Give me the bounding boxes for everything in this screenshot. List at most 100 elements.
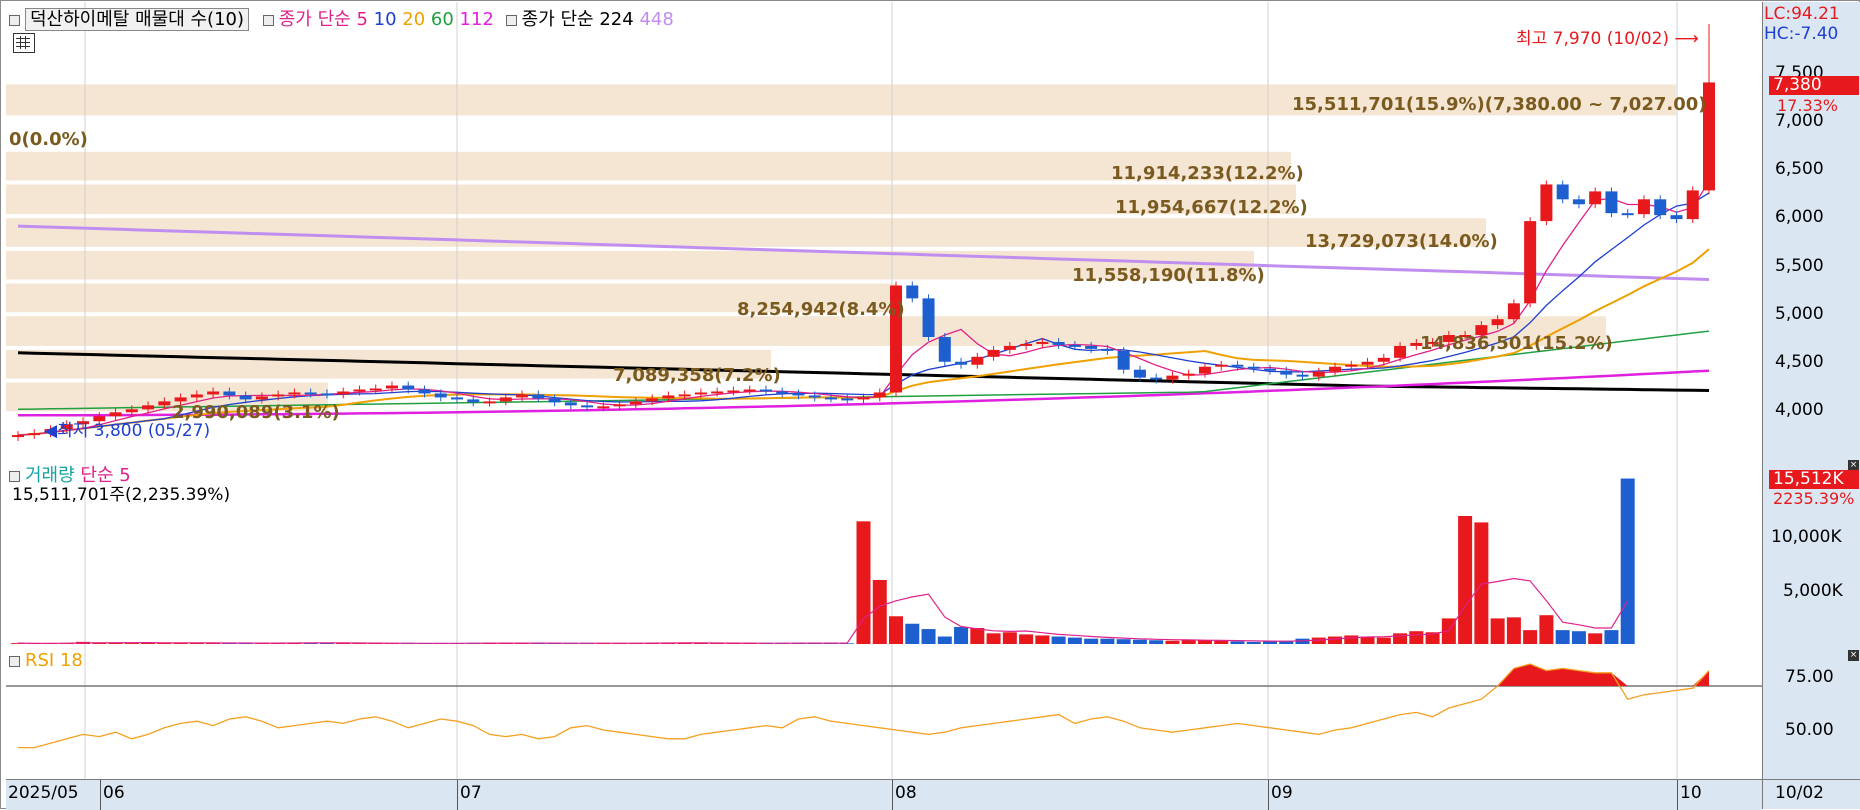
volume-profile-band xyxy=(6,250,1254,280)
ma-group2-label: 종가 단순 xyxy=(521,9,594,30)
volume-bar xyxy=(1116,639,1131,644)
volume-profile-band xyxy=(6,316,1606,346)
rsi-line xyxy=(18,663,1710,749)
candle-body xyxy=(1247,366,1260,369)
volume-bar xyxy=(1409,631,1424,644)
candle-body xyxy=(1150,377,1163,380)
candle-body xyxy=(125,409,138,413)
volume-bar xyxy=(1084,638,1099,644)
volume-bar xyxy=(905,623,920,644)
candle-body xyxy=(759,389,772,392)
candle-body xyxy=(792,393,805,396)
candle-body xyxy=(1556,184,1569,200)
candle-body xyxy=(1394,345,1407,358)
candle-body xyxy=(1312,371,1325,377)
candle-body xyxy=(613,404,626,407)
candle-body xyxy=(1182,373,1195,376)
candle-body xyxy=(938,337,951,362)
candle-body xyxy=(467,399,480,403)
candle-body xyxy=(418,389,431,394)
candle-body xyxy=(1215,364,1228,367)
candle-body xyxy=(1296,374,1309,377)
legend-toggle[interactable] xyxy=(9,655,20,667)
volume-pane[interactable]: 거래량 단순 5 15,511,701주(2,235.39%) xyxy=(6,458,1762,649)
volume-chart[interactable] xyxy=(6,458,1762,648)
price-pane[interactable]: 덕산하이메탈 매물대 수(10) 종가 단순 5 10 20 60 112 종가… xyxy=(6,2,1762,459)
rsi-axis[interactable]: × 75.00 50.00 xyxy=(1762,648,1860,779)
volume-bar xyxy=(1149,640,1164,644)
volume-profile-label: 11,954,667(12.2%) xyxy=(1115,197,1308,218)
rsi-pane[interactable]: RSI 18 xyxy=(6,648,1762,780)
volume-bar xyxy=(1328,636,1343,644)
legend-toggle[interactable] xyxy=(9,14,20,26)
candle-body xyxy=(873,392,886,398)
volume-bar xyxy=(986,633,1001,644)
price-axis[interactable]: LC:94.21 HC:-7.40 7,500 7,000 6,500 6,00… xyxy=(1762,2,1860,458)
candle-body xyxy=(1117,350,1130,370)
volume-bar xyxy=(1132,639,1147,644)
volume-bar xyxy=(872,580,887,644)
time-axis[interactable]: 2025/05 06 07 08 09 10 xyxy=(6,779,1762,810)
rsi-legend: RSI 18 xyxy=(9,650,83,671)
candle-body xyxy=(694,392,707,395)
candle-body xyxy=(1231,364,1244,367)
candle-body xyxy=(1198,366,1211,374)
candle-body xyxy=(499,397,512,402)
candle-body xyxy=(1654,199,1667,216)
current-price-badge: 7,380 xyxy=(1769,76,1859,95)
volume-change-label: 2235.39% xyxy=(1773,489,1855,508)
rsi-chart[interactable] xyxy=(6,648,1762,779)
candle-body xyxy=(971,356,984,365)
candle-body xyxy=(255,396,268,400)
volume-bar xyxy=(1458,516,1473,644)
close-icon[interactable]: × xyxy=(1848,650,1859,661)
volume-bar xyxy=(1523,630,1538,644)
candle-body xyxy=(1345,364,1358,367)
candle-body xyxy=(1491,319,1504,326)
volume-bar xyxy=(1376,637,1391,644)
volume-bar xyxy=(1067,637,1082,644)
candle-body xyxy=(451,397,464,400)
candle-body xyxy=(190,394,203,398)
stock-title[interactable]: 덕산하이메탈 매물대 수(10) xyxy=(25,8,249,31)
grid-table-icon[interactable] xyxy=(13,33,35,53)
legend-toggle[interactable] xyxy=(262,14,274,26)
ma20-label: 20 xyxy=(402,9,426,30)
candle-body xyxy=(207,391,220,395)
hc-label: HC:-7.40 xyxy=(1764,24,1839,44)
legend-toggle[interactable] xyxy=(505,14,517,26)
volume-profile-label: 0(0.0%) xyxy=(9,129,88,150)
volume-axis[interactable]: × 15,512K 2235.39% 10,000K 5,000K xyxy=(1762,458,1860,648)
price-legend: 덕산하이메탈 매물대 수(10) 종가 단순 5 10 20 60 112 종가… xyxy=(9,5,674,31)
volume-bar xyxy=(1035,635,1050,644)
candle-body xyxy=(1686,190,1699,220)
high-label: 최고 7,970 (10/02) xyxy=(1516,29,1670,49)
candle-body xyxy=(776,391,789,394)
candle-body xyxy=(239,395,252,400)
volume-info: 15,511,701주(2,235.39%) xyxy=(12,485,231,505)
candle-body xyxy=(1540,184,1553,222)
candle-body xyxy=(369,388,382,391)
candle-body xyxy=(1003,345,1016,350)
volume-bar xyxy=(1214,640,1229,644)
arrow-left-icon: ◀ xyxy=(44,421,58,441)
time-tick: 08 xyxy=(895,783,917,803)
candle-body xyxy=(581,405,594,408)
candle-body xyxy=(223,391,236,396)
candle-body xyxy=(142,405,155,410)
volume-profile-label: 14,836,501(15.2%) xyxy=(1420,333,1613,354)
candle-body xyxy=(402,385,415,390)
ma-group1-label: 종가 단순 xyxy=(278,9,351,30)
price-chart[interactable] xyxy=(6,2,1762,458)
low-label: 최저 3,800 (05/27) xyxy=(57,421,211,441)
volume-profile-label: 8,254,942(8.4%) xyxy=(737,299,905,320)
candle-body xyxy=(906,285,919,299)
high-marker: 최고 7,970 (10/02) ⟶ xyxy=(1516,24,1699,49)
volume-profile-label: 15,511,701(15.9%)(7,380.00 ~ 7,027.00) xyxy=(1292,94,1707,115)
ma224-label: 224 xyxy=(599,9,634,30)
candle-body xyxy=(385,385,398,389)
candle-body xyxy=(1377,357,1390,362)
time-tick: 09 xyxy=(1271,783,1293,803)
low-marker: ◀최저 3,800 (05/27) xyxy=(44,416,210,441)
candle-body xyxy=(922,298,935,337)
